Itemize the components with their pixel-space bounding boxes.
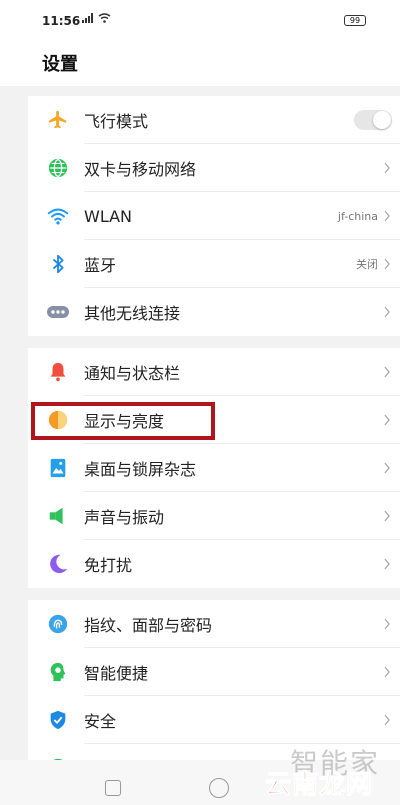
- fingerprint-icon: [46, 612, 70, 636]
- status-bar: 11:56 99: [0, 0, 400, 40]
- chevron-right-icon: [384, 462, 390, 474]
- settings-group-display: 通知与状态栏 显示与亮度 桌面与锁屏杂志 声音与振动 免打扰: [28, 348, 400, 588]
- settings-item-display-brightness[interactable]: 显示与亮度: [28, 396, 400, 444]
- shield-icon: [46, 708, 70, 732]
- home-button[interactable]: [209, 778, 229, 798]
- settings-item-label: 双卡与移动网络: [84, 160, 197, 179]
- wifi-icon: [46, 204, 70, 228]
- chevron-right-icon: [384, 618, 390, 630]
- settings-item-fingerprint-face-password[interactable]: 指纹、面部与密码: [28, 600, 400, 648]
- settings-item-label: 飞行模式: [84, 112, 149, 131]
- globe-icon: [46, 156, 70, 180]
- airplane-icon: [46, 108, 70, 132]
- settings-item-label: 声音与振动: [84, 508, 165, 527]
- smart-assist-icon: [46, 660, 70, 684]
- settings-item-security[interactable]: 安全: [28, 696, 400, 744]
- settings-item-label: WLAN: [84, 206, 133, 226]
- chevron-right-icon: [384, 306, 390, 318]
- airplane-mode-toggle[interactable]: [354, 110, 392, 130]
- settings-item-label: 安全: [84, 712, 117, 731]
- settings-item-sound-vibration[interactable]: 声音与振动: [28, 492, 400, 540]
- settings-item-do-not-disturb[interactable]: 免打扰: [28, 540, 400, 588]
- chevron-right-icon: [384, 258, 390, 270]
- settings-item-airplane-mode[interactable]: 飞行模式: [28, 96, 400, 144]
- chevron-right-icon: [384, 366, 390, 378]
- chevron-right-icon: [384, 558, 390, 570]
- bluetooth-status: 关闭: [356, 258, 378, 271]
- header: 设置: [0, 40, 400, 86]
- watermark-bottom: 云南龙网: [264, 770, 374, 801]
- settings-item-dual-sim-network[interactable]: 双卡与移动网络: [28, 144, 400, 192]
- bluetooth-icon: [46, 252, 70, 276]
- moon-icon: [46, 552, 70, 576]
- chevron-right-icon: [384, 162, 390, 174]
- status-time: 11:56: [42, 14, 81, 28]
- settings-item-label: 其他无线连接: [84, 304, 181, 323]
- more-dots-icon: [46, 300, 70, 324]
- settings-item-label: 智能便捷: [84, 664, 149, 683]
- chevron-right-icon: [384, 666, 390, 678]
- signal-icon: [82, 13, 93, 23]
- chevron-right-icon: [384, 714, 390, 726]
- settings-item-notifications[interactable]: 通知与状态栏: [28, 348, 400, 396]
- status-icons: [82, 13, 111, 23]
- settings-item-other-wireless[interactable]: 其他无线连接: [28, 288, 400, 336]
- settings-item-label: 通知与状态栏: [84, 364, 181, 383]
- settings-item-wallpaper-magazine[interactable]: 桌面与锁屏杂志: [28, 444, 400, 492]
- wallpaper-icon: [46, 456, 70, 480]
- bell-icon: [46, 360, 70, 384]
- speaker-icon: [46, 504, 70, 528]
- page-title: 设置: [42, 54, 78, 75]
- settings-group-connectivity: 飞行模式 双卡与移动网络 WLAN jf-china 蓝牙 关闭 其他无线连接: [28, 96, 400, 336]
- battery-indicator: 99: [344, 15, 366, 26]
- settings-item-label: 指纹、面部与密码: [84, 616, 213, 635]
- settings-item-wlan[interactable]: WLAN jf-china: [28, 192, 400, 240]
- settings-item-label: 桌面与锁屏杂志: [84, 460, 197, 479]
- wifi-status-icon: [98, 13, 111, 23]
- settings-item-smart-assist[interactable]: 智能便捷: [28, 648, 400, 696]
- chevron-right-icon: [384, 210, 390, 222]
- chevron-right-icon: [384, 414, 390, 426]
- recent-apps-button[interactable]: [105, 780, 121, 796]
- settings-item-label: 显示与亮度: [84, 412, 165, 431]
- settings-item-label: 蓝牙: [84, 256, 117, 275]
- chevron-right-icon: [384, 510, 390, 522]
- settings-item-bluetooth[interactable]: 蓝牙 关闭: [28, 240, 400, 288]
- wlan-network-name: jf-china: [337, 209, 378, 223]
- settings-item-label: 免打扰: [84, 556, 133, 575]
- brightness-icon: [46, 408, 70, 432]
